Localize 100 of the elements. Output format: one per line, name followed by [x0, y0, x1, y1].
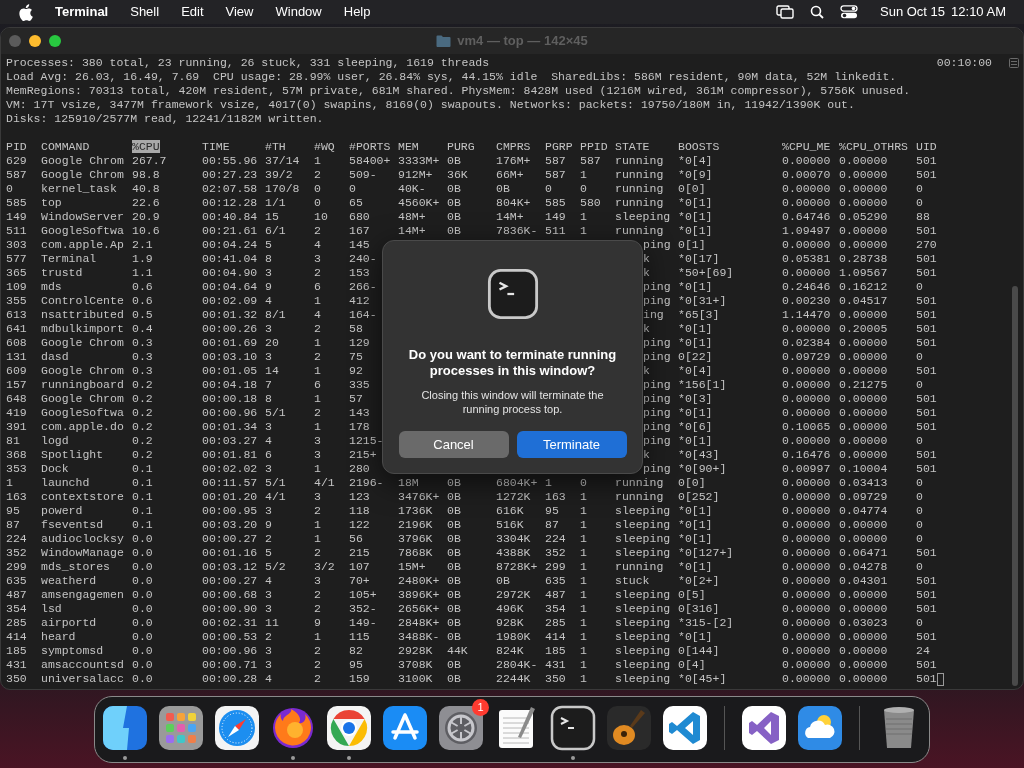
table-cell: 14M+ [398, 224, 426, 237]
table-cell: 1 [6, 476, 13, 489]
table-cell: 501 [916, 392, 937, 405]
table-cell: Spotlight [41, 448, 104, 461]
column-header: PURG [447, 140, 475, 153]
table-cell: 0.0 [132, 532, 153, 545]
table-cell: 65 [349, 196, 363, 209]
table-cell: 9 [314, 616, 321, 629]
minimize-button[interactable] [29, 35, 41, 47]
menu-item[interactable]: Edit [181, 2, 204, 22]
table-cell: 0.09729 [839, 490, 888, 503]
cancel-button[interactable]: Cancel [398, 431, 509, 458]
compass-icon[interactable] [213, 704, 261, 752]
table-cell: 280 [349, 462, 370, 475]
menu-item[interactable]: Terminal [55, 2, 109, 22]
menu-bar-time[interactable]: 12:10 AM [951, 2, 1006, 22]
table-cell: 629 [6, 154, 27, 167]
table-cell: k [643, 252, 650, 265]
table-cell: 0 [916, 196, 923, 209]
cloud-sun-icon[interactable] [796, 704, 844, 752]
scrollbar-thumb[interactable] [1012, 286, 1018, 686]
table-cell: 0.00000 [782, 266, 831, 279]
table-cell: logd [41, 434, 69, 447]
table-cell: 0 [916, 434, 923, 447]
table-cell: 0.03023 [839, 616, 888, 629]
table-cell: 0.00000 [839, 196, 888, 209]
table-cell: 66M+ [496, 168, 524, 181]
table-cell: ping [643, 406, 671, 419]
table-cell: 82 [349, 644, 363, 657]
ribbon-loop-icon[interactable] [740, 704, 788, 752]
code-ribbon-icon[interactable] [661, 704, 709, 752]
control-center-icon[interactable] [840, 5, 858, 19]
table-cell: 149 [545, 210, 566, 223]
table-cell: 3 [314, 252, 321, 265]
table-cell: 3/2 [314, 560, 335, 573]
menu-item[interactable]: Window [275, 2, 322, 22]
guitar-icon[interactable] [605, 704, 653, 752]
column-header: #PORTS [349, 140, 391, 153]
table-cell: 2 [314, 588, 321, 601]
table-cell: 7 [265, 378, 272, 391]
table-cell: 70+ [349, 574, 370, 587]
table-cell: 0[5] [678, 588, 706, 601]
menu-bar-date[interactable]: Sun Oct 15 [880, 2, 946, 22]
table-cell: 1 [314, 462, 321, 475]
table-cell: 0.04517 [839, 294, 888, 307]
table-cell: 14 [265, 364, 279, 377]
table-cell: 0 [916, 560, 923, 573]
table-cell: 3476K+ [398, 490, 440, 503]
table-cell: 0.2 [132, 406, 153, 419]
table-cell: 0.00000 [839, 406, 888, 419]
table-cell: 00:12.28 [202, 196, 258, 209]
table-cell: 501 [916, 322, 937, 335]
terminate-button[interactable]: Terminate [516, 431, 627, 458]
table-cell: 0.00000 [782, 476, 831, 489]
table-cell: 0.00000 [782, 574, 831, 587]
split-tile-icon[interactable] [101, 704, 149, 752]
menu-item[interactable]: View [225, 2, 254, 22]
menu-item[interactable]: Shell [130, 2, 160, 22]
table-cell: launchd [41, 476, 90, 489]
table-cell: sleeping [615, 672, 671, 685]
table-cell: 9 [265, 518, 272, 531]
table-cell: 2 [314, 546, 321, 559]
summary-line: Load Avg: 26.03, 16.49, 7.69 CPU usage: 28.99% user, 26.84% sys, 44.15% idle SharedLibs: 586M resident, 90M data, 52M linkedit. [6, 70, 897, 84]
dialog-title: Do you want to terminate running processes in this window? [407, 347, 618, 379]
table-cell: 37/14 [265, 154, 300, 167]
table-cell: 00:55.96 [202, 154, 258, 167]
table-cell: 0.00070 [782, 168, 831, 181]
apple-icon[interactable] [18, 3, 33, 21]
table-cell: WindowServer [41, 210, 124, 223]
table-cell: 680 [349, 210, 370, 223]
screen-mirroring-icon[interactable] [776, 5, 794, 19]
table-cell: GoogleSoftwa [41, 224, 124, 237]
table-cell: 0B [447, 588, 461, 601]
table-cell: 0.10004 [839, 462, 888, 475]
table-cell: amsengagemen [41, 588, 124, 601]
table-cell: 0 [314, 196, 321, 209]
table-cell: 176M+ [496, 154, 531, 167]
gear-icon[interactable] [437, 704, 485, 752]
table-cell: 0B [447, 196, 461, 209]
table-cell: 4560K+ [398, 196, 440, 209]
table-cell: 0.00000 [782, 406, 831, 419]
table-cell: 0.20005 [839, 322, 888, 335]
terminal-icon [549, 704, 597, 752]
table-cell: *0[1] [678, 336, 713, 349]
table-cell: 87 [6, 518, 20, 531]
table-cell: 00:00.96 [202, 406, 258, 419]
zoom-button[interactable] [49, 35, 61, 47]
table-cell: 0.24646 [782, 280, 831, 293]
search-icon[interactable] [810, 5, 824, 19]
column-header: #WQ [314, 140, 335, 153]
table-cell: 0 [916, 476, 923, 489]
table-cell: 1980K [496, 630, 531, 643]
a-shape-icon[interactable] [381, 704, 429, 752]
table-cell: 00:04.24 [202, 238, 258, 251]
menu-item[interactable]: Help [343, 2, 371, 22]
table-cell: *0[6] [678, 420, 713, 433]
table-cell: com.apple.do [41, 420, 124, 433]
table-cell: 0[144] [678, 644, 720, 657]
app-grid-icon[interactable] [157, 704, 205, 752]
table-cell: 0B [447, 574, 461, 587]
